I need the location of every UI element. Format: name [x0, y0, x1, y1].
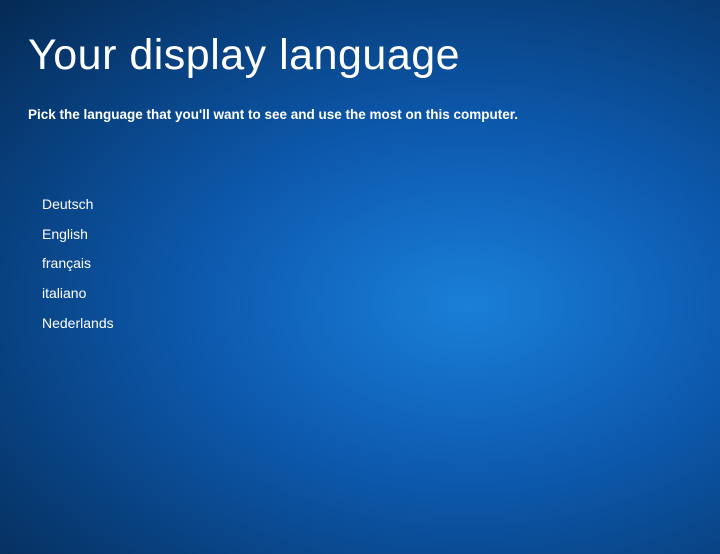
page-subtitle: Pick the language that you'll want to se…	[28, 107, 692, 122]
language-option-nederlands[interactable]: Nederlands	[42, 309, 692, 339]
language-list: Deutsch English français italiano Nederl…	[28, 190, 692, 338]
page-title: Your display language	[28, 32, 692, 79]
language-option-english[interactable]: English	[42, 220, 692, 250]
setup-screen: Your display language Pick the language …	[0, 0, 720, 370]
language-option-deutsch[interactable]: Deutsch	[42, 190, 692, 220]
language-option-francais[interactable]: français	[42, 249, 692, 279]
language-option-italiano[interactable]: italiano	[42, 279, 692, 309]
